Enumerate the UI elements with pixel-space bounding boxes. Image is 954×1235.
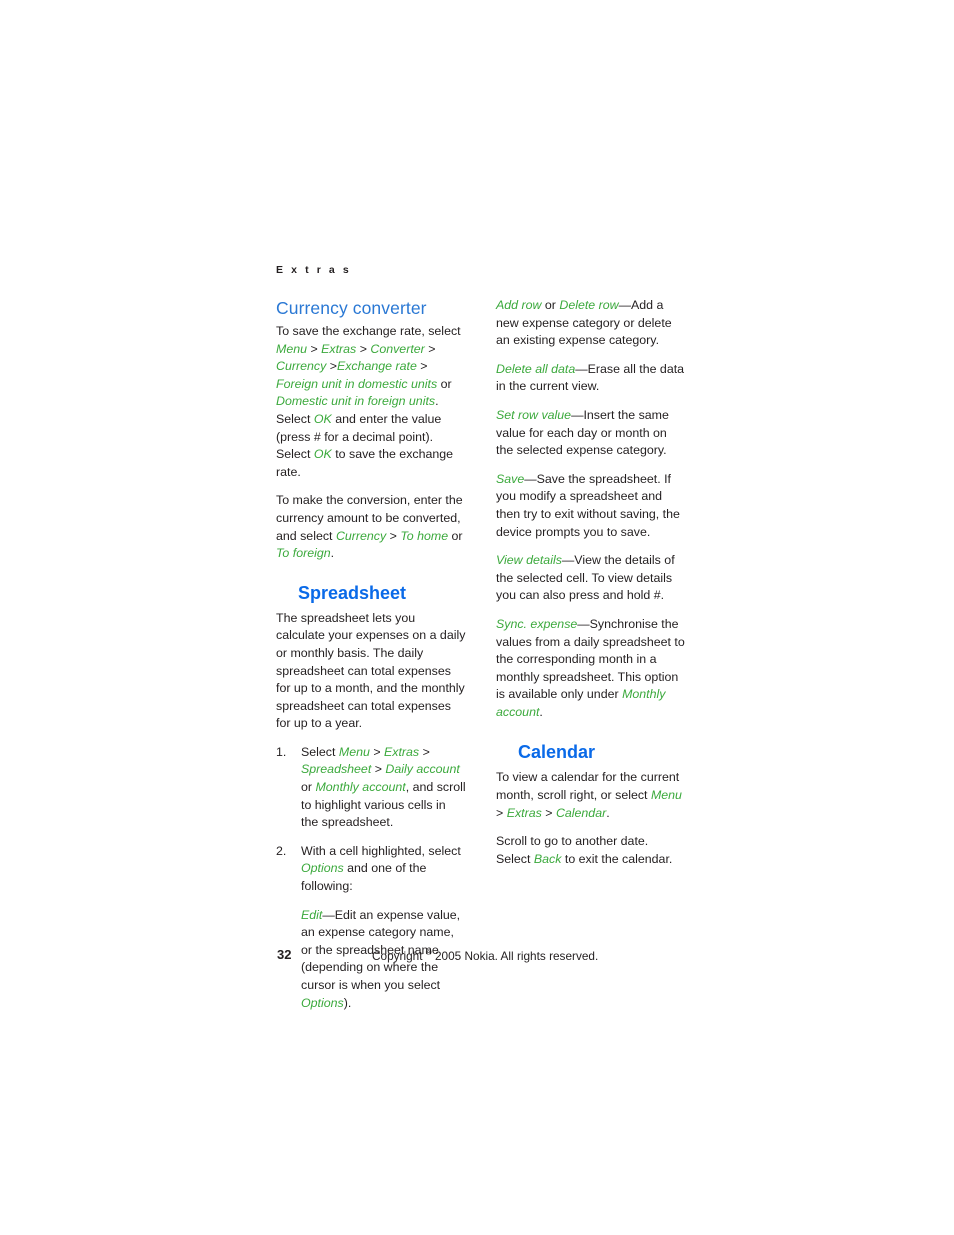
- term-delete-row: Delete row: [559, 298, 618, 312]
- text-run: >: [419, 745, 430, 759]
- term-spreadsheet: Spreadsheet: [301, 762, 371, 776]
- text-run: >: [371, 762, 385, 776]
- text-run: >: [386, 529, 400, 543]
- term-sync-expense: Sync. expense: [496, 617, 577, 631]
- term-delete-all-data: Delete all data: [496, 362, 575, 376]
- text-run: With a cell highlighted, select: [301, 844, 461, 858]
- text-run: or: [301, 780, 315, 794]
- section-title-currency-converter: Currency converter: [276, 297, 466, 319]
- option-add-delete-row: Add row or Delete row—Add a new expense …: [496, 297, 686, 350]
- term-back: Back: [534, 852, 562, 866]
- page-number: 32: [277, 947, 291, 962]
- currency-converter-paragraph-2: To make the conversion, enter the curren…: [276, 492, 466, 562]
- text-run: .: [606, 806, 609, 820]
- text-run: >: [326, 359, 337, 373]
- right-column: Add row or Delete row—Add a new expense …: [496, 297, 686, 879]
- section-title-calendar: Calendar: [496, 741, 686, 764]
- spreadsheet-intro-paragraph: The spreadsheet lets you calculate your …: [276, 610, 466, 733]
- term-set-row-value: Set row value: [496, 408, 571, 422]
- term-menu-2: Menu: [339, 745, 370, 759]
- term-foreign-unit-in-domestic-units: Foreign unit in domestic units: [276, 377, 437, 391]
- text-run: 2005 Nokia. All rights reserved.: [432, 949, 599, 963]
- term-ok: OK: [314, 412, 332, 426]
- text-run: .: [331, 546, 334, 560]
- option-set-row-value: Set row value—Insert the same value for …: [496, 407, 686, 460]
- text-run: >: [307, 342, 321, 356]
- term-currency-2: Currency: [336, 529, 386, 543]
- term-extras-2: Extras: [384, 745, 419, 759]
- term-extras-3: Extras: [507, 806, 542, 820]
- step-number: 2.: [276, 843, 293, 861]
- term-exchange-rate: Exchange rate: [337, 359, 417, 373]
- text-run: or: [541, 298, 559, 312]
- term-edit: Edit: [301, 908, 322, 922]
- text-run: or: [437, 377, 451, 391]
- term-view-details: View details: [496, 553, 562, 567]
- left-column: Currency converter To save the exchange …: [276, 297, 466, 1023]
- term-to-foreign: To foreign: [276, 546, 331, 560]
- text-run: or: [448, 529, 462, 543]
- list-item-step-1: 1. Select Menu > Extras > Spreadsheet > D…: [276, 744, 466, 832]
- spreadsheet-steps-list: 1. Select Menu > Extras > Spreadsheet > D…: [276, 744, 466, 1012]
- term-menu: Menu: [276, 342, 307, 356]
- term-extras: Extras: [321, 342, 356, 356]
- term-options-2: Options: [301, 996, 344, 1010]
- section-title-spreadsheet: Spreadsheet: [276, 582, 466, 605]
- step-number: 1.: [276, 744, 293, 762]
- option-delete-all-data: Delete all data—Erase all the data in th…: [496, 361, 686, 396]
- text-run: >: [356, 342, 370, 356]
- text-run: >: [496, 806, 507, 820]
- term-calendar: Calendar: [556, 806, 606, 820]
- option-sync-expense: Sync. expense—Synchronise the values fro…: [496, 616, 686, 722]
- term-converter: Converter: [370, 342, 424, 356]
- text-run: >: [370, 745, 384, 759]
- term-daily-account: Daily account: [385, 762, 459, 776]
- text-run: To save the exchange rate, select: [276, 324, 461, 338]
- text-run: >: [417, 359, 428, 373]
- term-monthly-account: Monthly account: [315, 780, 405, 794]
- text-run: to exit the calendar.: [561, 852, 672, 866]
- copyright-notice: Copyright ® 2005 Nokia. All rights reser…: [372, 948, 598, 963]
- term-to-home: To home: [400, 529, 448, 543]
- text-run: >: [542, 806, 556, 820]
- option-view-details: View details—View the details of the sel…: [496, 552, 686, 605]
- running-head: E x t r a s: [276, 264, 351, 276]
- text-run: >: [425, 342, 436, 356]
- term-menu-3: Menu: [651, 788, 682, 802]
- text-run: .: [539, 705, 542, 719]
- text-run: ).: [344, 996, 352, 1010]
- term-ok-2: OK: [314, 447, 332, 461]
- term-domestic-unit-in-foreign-units: Domestic unit in foreign units: [276, 394, 435, 408]
- currency-converter-paragraph-1: To save the exchange rate, select Menu >…: [276, 323, 466, 481]
- term-options: Options: [301, 861, 344, 875]
- calendar-paragraph-2: Scroll to go to another date. Select Bac…: [496, 833, 686, 868]
- term-currency: Currency: [276, 359, 326, 373]
- calendar-paragraph-1: To view a calendar for the current month…: [496, 769, 686, 822]
- text-run: Select: [301, 745, 339, 759]
- term-add-row: Add row: [496, 298, 541, 312]
- option-save: Save—Save the spreadsheet. If you modify…: [496, 471, 686, 541]
- text-run: —Save the spreadsheet. If you modify a s…: [496, 472, 680, 539]
- document-page: E x t r a s Currency converter To save t…: [0, 0, 954, 1235]
- text-run: Copyright: [372, 949, 426, 963]
- term-save: Save: [496, 472, 524, 486]
- list-item-step-2: 2. With a cell highlighted, select Option…: [276, 843, 466, 1012]
